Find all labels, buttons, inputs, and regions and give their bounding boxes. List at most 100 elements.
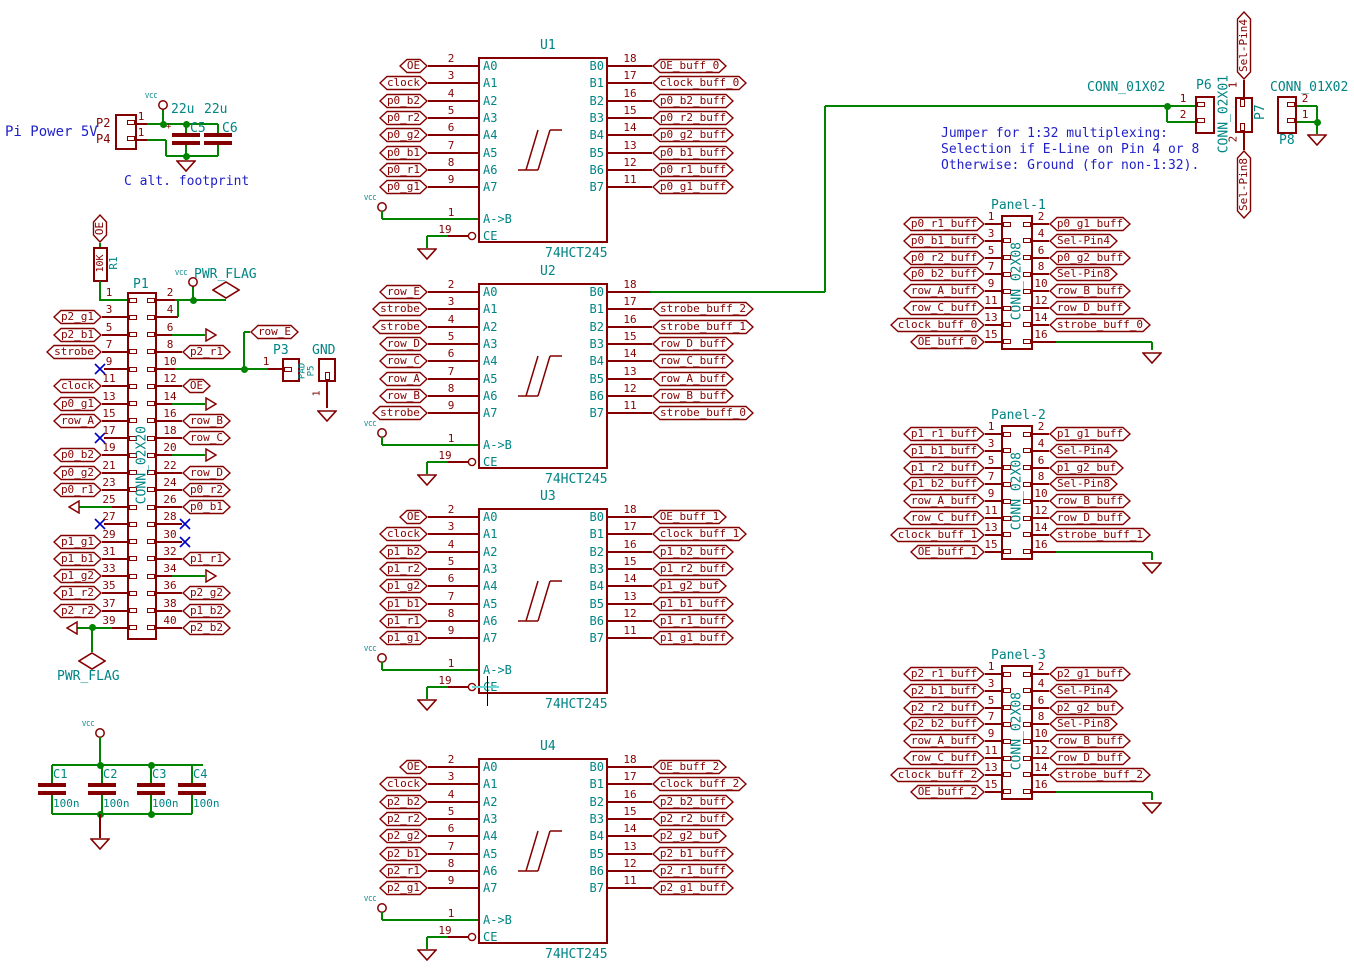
- net-label[interactable]: p1_r2_buff: [903, 460, 985, 476]
- net-label[interactable]: p0_g1: [379, 179, 428, 195]
- net-label[interactable]: p0_b1_buff: [903, 233, 985, 249]
- net-label[interactable]: clock_buff_2: [652, 776, 747, 792]
- net-label[interactable]: row_B_buff: [1049, 733, 1131, 749]
- net-label[interactable]: p2_g1: [379, 880, 428, 896]
- net-label[interactable]: row_C_buff: [903, 750, 985, 766]
- net-label[interactable]: Sel-Pin8: [1236, 150, 1252, 219]
- net-label[interactable]: p0_r1_buff: [652, 162, 734, 178]
- net-label[interactable]: strobe: [372, 405, 428, 421]
- net-label[interactable]: clock: [379, 526, 428, 542]
- net-label[interactable]: p0_g1: [53, 396, 102, 412]
- net-label[interactable]: row_B_buff: [1049, 283, 1131, 299]
- net-label[interactable]: row_A_buff: [903, 493, 985, 509]
- net-label[interactable]: p1_r2_buff: [652, 561, 734, 577]
- net-label[interactable]: p2_g1: [53, 309, 102, 325]
- net-label[interactable]: p0_b1_buff: [652, 145, 734, 161]
- pwr-flag-symbol[interactable]: [78, 652, 106, 670]
- net-label[interactable]: p0_r2: [379, 110, 428, 126]
- net-label[interactable]: p1_g2: [379, 578, 428, 594]
- net-label[interactable]: p1_b1: [53, 551, 102, 567]
- net-label[interactable]: p2_r1_buff: [903, 666, 985, 682]
- net-label[interactable]: row_A_buff: [903, 283, 985, 299]
- net-label[interactable]: strobe: [46, 344, 102, 360]
- net-label[interactable]: clock_buff_1: [890, 527, 985, 543]
- net-label[interactable]: p1_g2: [53, 568, 102, 584]
- pwr-flag-symbol[interactable]: [212, 281, 240, 299]
- net-label[interactable]: p2_r2_buff: [903, 700, 985, 716]
- gnd-symbol[interactable]: [417, 699, 437, 711]
- net-label[interactable]: p0_g1_buff: [652, 179, 734, 195]
- net-label[interactable]: p2_r2: [53, 603, 102, 619]
- net-label[interactable]: p0_r1: [379, 162, 428, 178]
- net-label[interactable]: clock: [379, 776, 428, 792]
- net-label[interactable]: p2_g2: [379, 828, 428, 844]
- net-label[interactable]: Sel-Pin4: [1049, 683, 1118, 699]
- net-label[interactable]: p1_g1: [379, 630, 428, 646]
- net-label[interactable]: OE_buff_0: [652, 58, 727, 74]
- net-label[interactable]: p1_g1: [53, 534, 102, 550]
- net-label[interactable]: p1_g1_buff: [1049, 426, 1131, 442]
- net-label[interactable]: p2_b1: [53, 327, 102, 343]
- net-label[interactable]: row_C_buff: [652, 353, 734, 369]
- net-label[interactable]: p1_g2_buf: [652, 578, 727, 594]
- net-label[interactable]: p1_b2_buff: [652, 544, 734, 560]
- net-label[interactable]: OE_buff_2: [910, 784, 985, 800]
- net-label[interactable]: clock: [379, 75, 428, 91]
- net-label[interactable]: p2_b2_buff: [652, 794, 734, 810]
- net-label[interactable]: OE_buff_1: [910, 544, 985, 560]
- net-label[interactable]: strobe_buff_1: [652, 319, 754, 335]
- net-label[interactable]: OE_buff_2: [652, 759, 727, 775]
- net-label[interactable]: clock: [53, 378, 102, 394]
- net-label[interactable]: row_B_buff: [652, 388, 734, 404]
- net-label[interactable]: p2_r1: [379, 863, 428, 879]
- net-label[interactable]: OE: [182, 378, 211, 394]
- net-label[interactable]: row_B: [379, 388, 428, 404]
- net-label[interactable]: strobe_buff_0: [1049, 317, 1151, 333]
- net-label[interactable]: p1_g2_buf: [1049, 460, 1124, 476]
- net-label[interactable]: p2_g2_buf: [652, 828, 727, 844]
- net-label[interactable]: p2_r2_buff: [652, 811, 734, 827]
- net-label[interactable]: p1_b1_buff: [652, 596, 734, 612]
- net-label[interactable]: row_C: [182, 430, 231, 446]
- net-label[interactable]: row_C_buff: [903, 510, 985, 526]
- net-label[interactable]: clock_buff_0: [652, 75, 747, 91]
- net-label[interactable]: row_A_buff: [903, 733, 985, 749]
- net-label[interactable]: Sel-Pin4: [1049, 443, 1118, 459]
- net-label[interactable]: OE: [92, 214, 108, 243]
- net-label[interactable]: p1_r1_buff: [903, 426, 985, 442]
- gnd-symbol[interactable]: [1142, 352, 1162, 364]
- net-label[interactable]: Sel-Pin8: [1049, 476, 1118, 492]
- net-label[interactable]: strobe_buff_2: [1049, 767, 1151, 783]
- net-label[interactable]: Sel-Pin8: [1049, 716, 1118, 732]
- gnd-symbol[interactable]: [1142, 562, 1162, 574]
- net-label[interactable]: p0_g2_buff: [652, 127, 734, 143]
- net-label[interactable]: OE: [399, 759, 428, 775]
- net-label[interactable]: Sel-Pin4: [1049, 233, 1118, 249]
- net-label[interactable]: p0_g2_buff: [1049, 250, 1131, 266]
- net-label[interactable]: row_B_buff: [1049, 493, 1131, 509]
- net-label[interactable]: p2_g2_buf: [1049, 700, 1124, 716]
- net-label[interactable]: OE: [399, 58, 428, 74]
- net-label[interactable]: strobe_buff_2: [652, 301, 754, 317]
- net-label[interactable]: row_C_buff: [903, 300, 985, 316]
- net-label[interactable]: p0_b1: [379, 145, 428, 161]
- net-label[interactable]: row_D: [182, 465, 231, 481]
- net-label[interactable]: p0_b2_buff: [652, 93, 734, 109]
- net-label[interactable]: strobe_buff_0: [652, 405, 754, 421]
- net-label[interactable]: clock_buff_0: [890, 317, 985, 333]
- net-label[interactable]: p1_g1_buff: [652, 630, 734, 646]
- net-label[interactable]: p1_b1_buff: [903, 443, 985, 459]
- net-label[interactable]: p0_b2: [53, 447, 102, 463]
- gnd-symbol[interactable]: [417, 474, 437, 486]
- net-label[interactable]: p0_b2_buff: [903, 266, 985, 282]
- net-label[interactable]: p2_g1_buff: [652, 880, 734, 896]
- net-label[interactable]: strobe: [372, 301, 428, 317]
- net-label[interactable]: p1_r2: [53, 585, 102, 601]
- net-label[interactable]: p1_b1: [379, 596, 428, 612]
- net-label[interactable]: Sel-Pin8: [1049, 266, 1118, 282]
- net-label[interactable]: p2_g1_buff: [1049, 666, 1131, 682]
- net-label[interactable]: OE: [399, 509, 428, 525]
- net-label[interactable]: p2_g2: [182, 585, 231, 601]
- net-label[interactable]: p0_r2: [182, 482, 231, 498]
- net-label[interactable]: p0_g1_buff: [1049, 216, 1131, 232]
